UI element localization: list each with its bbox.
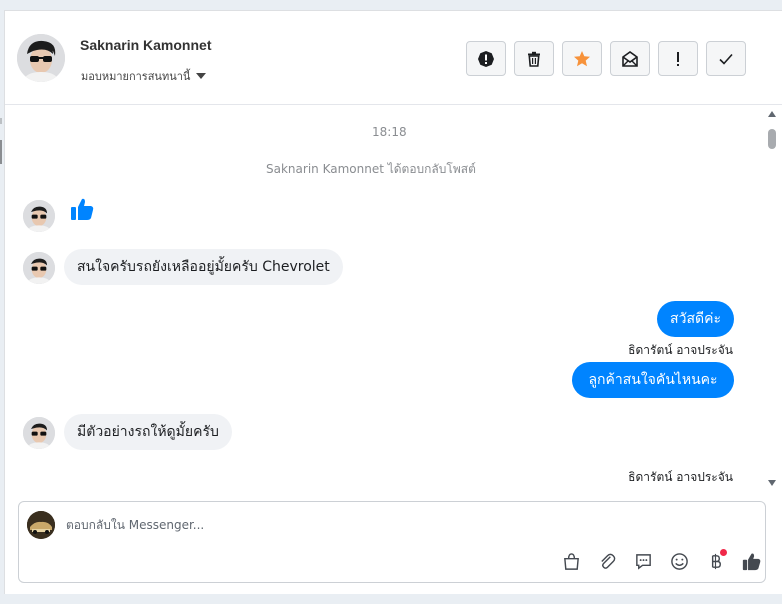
notification-dot xyxy=(720,549,727,556)
trash-icon xyxy=(528,51,540,67)
star-icon xyxy=(574,50,590,66)
reply-input[interactable] xyxy=(66,514,666,536)
done-button[interactable] xyxy=(706,41,746,76)
composer-tools xyxy=(553,549,769,573)
contact-avatar[interactable] xyxy=(17,34,65,82)
mark-unread-button[interactable] xyxy=(610,41,650,76)
spam-button[interactable] xyxy=(466,41,506,76)
scroll-up-icon[interactable] xyxy=(768,111,776,117)
contact-avatar-small[interactable] xyxy=(23,252,55,284)
saved-replies-button[interactable] xyxy=(553,549,589,573)
delete-button[interactable] xyxy=(514,41,554,76)
contact-avatar-small[interactable] xyxy=(23,417,55,449)
exclamation-icon xyxy=(677,51,679,66)
sender-label: ธิดารัตน์ อาจประจัน xyxy=(628,343,733,357)
chat-bubble-icon xyxy=(635,553,651,570)
check-icon xyxy=(719,53,733,65)
thumbs-up-icon xyxy=(71,198,94,220)
attach-button[interactable] xyxy=(589,549,625,573)
thread-scrollbar[interactable] xyxy=(766,111,778,486)
conversation-header: Saknarin Kamonnet มอบหมายการสนทนานี้ xyxy=(5,11,782,105)
divider-mark xyxy=(0,140,2,164)
thumbs-up-message[interactable] xyxy=(69,196,95,226)
smiley-icon xyxy=(670,552,688,570)
conversation-panel: Saknarin Kamonnet มอบหมายการสนทนานี้ 18:… xyxy=(4,10,782,594)
follow-up-button[interactable] xyxy=(658,41,698,76)
contact-name[interactable]: Saknarin Kamonnet xyxy=(80,37,211,53)
assign-label: มอบหมายการสนทนานี้ xyxy=(81,70,191,83)
emoji-button[interactable] xyxy=(661,549,697,573)
message-thread[interactable]: 18:18 Saknarin Kamonnet ได้ตอบกลับโพสต์ xyxy=(5,106,782,494)
thumbs-up-icon xyxy=(742,553,760,570)
contact-avatar-small[interactable] xyxy=(23,200,55,232)
conversation-actions xyxy=(466,41,746,76)
divider-mark xyxy=(0,118,2,124)
send-like-button[interactable] xyxy=(733,549,769,573)
incoming-message[interactable]: มีตัวอย่างรถให้ดูมั้ยครับ xyxy=(64,414,232,450)
sender-label: ธิดารัตน์ อาจประจัน xyxy=(628,470,733,484)
shopping-bag-icon xyxy=(563,552,579,570)
assign-dropdown[interactable]: มอบหมายการสนทนานี้ xyxy=(81,67,207,85)
system-notice: Saknarin Kamonnet ได้ตอบกลับโพสต์ xyxy=(266,162,476,176)
reply-composer xyxy=(18,501,766,583)
outgoing-message[interactable]: สวัสดีค่ะ xyxy=(657,301,734,337)
quick-reply-button[interactable] xyxy=(625,549,661,573)
paperclip-icon xyxy=(600,553,615,569)
scroll-thumb[interactable] xyxy=(768,129,776,149)
payment-button[interactable] xyxy=(697,549,733,573)
outgoing-message[interactable]: ลูกค้าสนใจคันไหนคะ xyxy=(572,362,734,398)
caret-down-icon xyxy=(196,73,207,79)
scroll-down-icon[interactable] xyxy=(768,480,776,486)
incoming-message[interactable]: สนใจครับรถยังเหลืออยู่มั้ยครับ Chevrolet xyxy=(64,249,343,285)
alert-circle-icon xyxy=(478,50,494,67)
mark-unread-icon xyxy=(622,50,638,67)
star-button[interactable] xyxy=(562,41,602,76)
timestamp: 18:18 xyxy=(372,125,407,139)
page-avatar xyxy=(27,511,55,539)
